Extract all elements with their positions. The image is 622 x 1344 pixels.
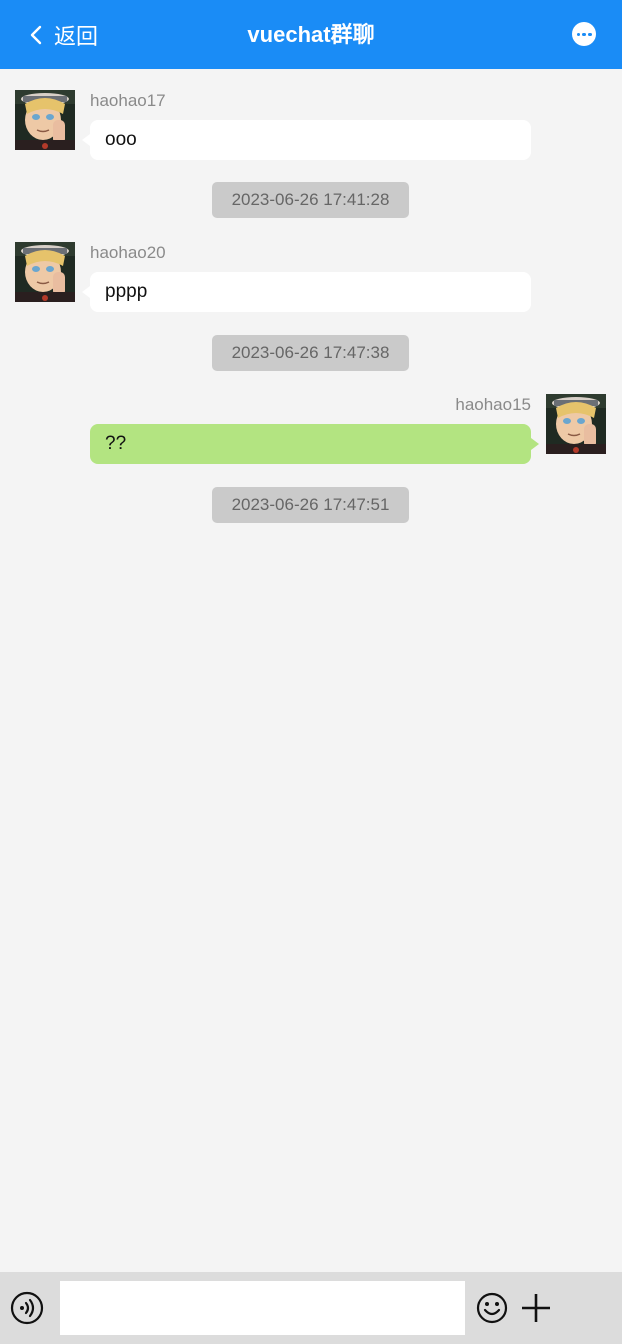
chat-app: 返回 vuechat群聊 haohao17 ooo 2023-06-26 17:… <box>0 0 622 1344</box>
avatar[interactable] <box>546 394 606 454</box>
timestamp: 2023-06-26 17:41:28 <box>212 182 409 218</box>
timestamp: 2023-06-26 17:47:38 <box>212 335 409 371</box>
message-input[interactable] <box>60 1281 465 1335</box>
plus-button[interactable] <box>520 1292 552 1324</box>
message-bubble[interactable]: pppp <box>82 272 531 312</box>
message-bubble[interactable]: ooo <box>82 120 531 160</box>
header-bar: 返回 vuechat群聊 <box>0 0 622 69</box>
avatar-image <box>546 394 606 454</box>
emoji-button[interactable] <box>476 1292 508 1324</box>
voice-button[interactable] <box>10 1291 44 1325</box>
sender-name: haohao20 <box>90 243 166 262</box>
plus-icon <box>522 1294 550 1322</box>
composer-bar <box>0 1272 622 1344</box>
timestamp: 2023-06-26 17:47:51 <box>212 487 409 523</box>
page-title: vuechat群聊 <box>247 22 375 47</box>
avatar[interactable] <box>15 242 75 302</box>
avatar-image <box>15 90 75 150</box>
more-options-button[interactable] <box>572 22 596 46</box>
sender-name: haohao15 <box>455 395 531 414</box>
message-bubble[interactable]: ?? <box>90 424 539 464</box>
sender-name: haohao17 <box>90 91 166 110</box>
emoji-icon <box>476 1292 508 1324</box>
avatar-image <box>15 242 75 302</box>
avatar[interactable] <box>15 90 75 150</box>
voice-icon <box>10 1291 44 1325</box>
